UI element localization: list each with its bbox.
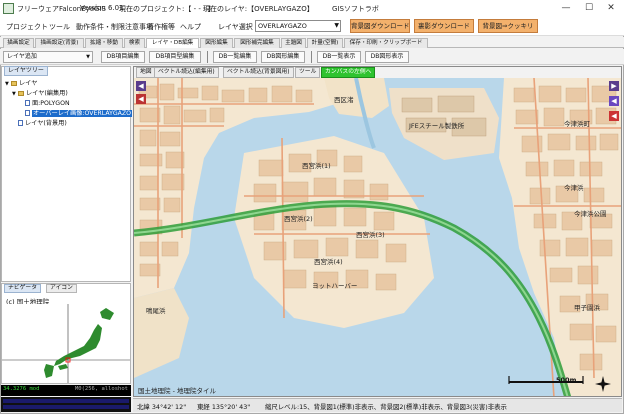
- background-sharpen-button[interactable]: 背景図⇒クッキリ: [478, 19, 538, 33]
- tab-navigator[interactable]: ナビゲータ: [4, 284, 41, 293]
- zoom-in-icon[interactable]: ◀: [609, 96, 619, 106]
- db-list-edit-button[interactable]: DB一覧編集: [213, 51, 257, 63]
- db-shape-edit-button[interactable]: DB図形編集: [261, 51, 305, 63]
- chevron-down-icon: ▼: [334, 22, 339, 29]
- map-label: 西区渚: [334, 95, 354, 104]
- maximize-button[interactable]: ☐: [578, 0, 600, 16]
- log-strip-graphic: [3, 399, 129, 409]
- tree-item-overlay[interactable]: オーバーレイ画像:OVERLAYGAZO: [5, 109, 132, 119]
- menu-project[interactable]: プロジェクト: [6, 22, 48, 32]
- tab-measure[interactable]: 計量(空間): [307, 38, 343, 48]
- tree-item-edit-layer[interactable]: ▼ レイヤ(編集用): [5, 89, 129, 99]
- db-list-view-button[interactable]: DB一覧表示: [317, 51, 361, 63]
- map-label: JFEスチール製鉄所: [408, 121, 465, 130]
- tab-vector-edit[interactable]: ベクトル読込(編集用): [154, 67, 219, 78]
- main-tabs: 描画設定 描画設定(背景) 拡縮・移動 検索 レイヤ・DB編集 図形編集 図形補…: [0, 37, 624, 48]
- layer-icon: [25, 110, 30, 116]
- map-label: 西宮浜(4): [314, 257, 343, 266]
- tab-thematic[interactable]: 主題図: [281, 38, 306, 48]
- project-label: 現在のプロジェクト:【 - - - 】: [119, 5, 215, 13]
- app-icon: [3, 3, 14, 14]
- tab-draw-settings-bg[interactable]: 描画設定(背景): [35, 38, 84, 48]
- tab-layer-tree[interactable]: レイヤツリー: [4, 66, 48, 76]
- coordinate-readout: 34.3276 mod M0(256, alloshot: [1, 385, 131, 396]
- close-button[interactable]: ✕: [600, 0, 622, 16]
- tab-tools[interactable]: ツール: [295, 67, 321, 78]
- add-layer-dropdown[interactable]: レイヤ追加 ▼: [3, 51, 93, 63]
- map-info-readout: 縮尺レベル:15、背景図1(標準)非表示、背景図2(標準)非表示、背景図3(災害…: [265, 403, 507, 411]
- tree-item-root[interactable]: ▼ レイヤ: [5, 79, 129, 89]
- map-label: 今津浜: [564, 183, 584, 192]
- menu-copyright[interactable]: 著作権等: [147, 22, 175, 32]
- add-layer-label: レイヤ追加: [7, 53, 37, 60]
- navigator-panel: ナビゲータ アイコン (c) 国土地理院: [1, 283, 131, 384]
- app-version: Version 6.01: [80, 4, 124, 12]
- menu-help[interactable]: ヘルプ: [180, 22, 201, 32]
- title-bar: フリーウェアFalconEyeGIS Version 6.01 現在のプロジェク…: [0, 0, 624, 18]
- background-download-button[interactable]: 背景図ダウンロード: [350, 19, 410, 33]
- db-field-type-edit-button[interactable]: DB項目型編集: [149, 51, 201, 63]
- japan-overview-map[interactable]: [2, 304, 130, 383]
- longitude-readout: 東経 135°20' 43": [197, 403, 251, 411]
- current-layer-label: 現在のレイヤ:【OVERLAYGAZO】: [203, 5, 314, 13]
- layer-icon: [18, 120, 23, 126]
- tab-shape-edit[interactable]: 図形編集: [200, 38, 233, 48]
- zoom-out-icon[interactable]: ◀: [136, 94, 146, 104]
- log-strip: [1, 397, 131, 412]
- scale-bar: [508, 376, 584, 384]
- tool-row: レイヤ追加 ▼ DB項目編集 DB項目型編集 DB一覧編集 DB図形編集 DB一…: [0, 49, 624, 65]
- tab-shape-complement[interactable]: 図形補完編集: [234, 38, 280, 48]
- tab-vector-bg[interactable]: ベクトル読込(背景図用): [223, 67, 294, 78]
- tree-item-polygon[interactable]: 面:POLYGON: [5, 99, 129, 109]
- gis-title: GISソフトラボ: [332, 5, 379, 13]
- map-label: 西宮浜(2): [284, 214, 313, 223]
- toolbar-divider: [207, 51, 208, 63]
- map-label: ヨットハーバー: [312, 282, 357, 290]
- map-label: 今津浜公園: [574, 209, 607, 218]
- map-canvas[interactable]: 地図 ベクトル読込(編集用) ベクトル読込(背景図用) ツール カンバスの左側へ: [133, 66, 622, 397]
- layer-tree: ▼ レイヤ ▼ レイヤ(編集用) 面:POLYGON オーバーレイ画像:OVERLA…: [5, 79, 132, 129]
- tree-item-bg-layer[interactable]: レイヤ(背景用): [5, 119, 129, 129]
- north-arrow-icon: [595, 376, 611, 392]
- map-image[interactable]: 西区渚 JFEスチール製鉄所 今津浜町 西宮浜(1) 西宮浜(2) 西宮浜(3)…: [134, 78, 622, 397]
- layer-select-label: レイヤ選択: [218, 23, 253, 31]
- shade-download-button[interactable]: 裏影ダウンロード: [414, 19, 474, 33]
- map-label: 鳴尾浜: [146, 306, 166, 315]
- tab-draw-settings[interactable]: 描画設定: [3, 38, 34, 48]
- readout-right: M0(256, alloshot: [75, 386, 128, 392]
- tab-search[interactable]: 検索: [124, 38, 145, 48]
- minimize-button[interactable]: —: [555, 0, 577, 16]
- status-bar: 北緯 34°42' 12" 東経 135°20' 43" 縮尺レベル:15、背景…: [133, 398, 622, 412]
- folder-icon: [11, 80, 17, 86]
- tab-save-print[interactable]: 保存・印刷・クリップボード: [344, 38, 428, 48]
- map-label: 西宮浜(3): [356, 230, 385, 239]
- tab-zoom-move[interactable]: 拡縮・移動: [85, 38, 123, 48]
- latitude-readout: 北緯 34°42' 12": [137, 403, 187, 411]
- pan-left-icon[interactable]: ◀: [136, 81, 146, 91]
- pan-right-icon[interactable]: ▶: [609, 81, 619, 91]
- tab-map[interactable]: 地図: [136, 67, 156, 78]
- readout-left: 34.3276 mod: [3, 386, 40, 392]
- tab-icons[interactable]: アイコン: [46, 284, 77, 293]
- layer-select-dropdown[interactable]: OVERLAYGAZO ▼: [255, 20, 341, 32]
- db-shape-view-button[interactable]: DB図形表示: [365, 51, 409, 63]
- map-tabs: 地図 ベクトル読込(編集用) ベクトル読込(背景図用) ツール カンバスの左側へ: [134, 67, 621, 78]
- map-attribution: 国土地理院 - 地理院タイル: [138, 387, 216, 395]
- chevron-down-icon: ▼: [86, 54, 90, 60]
- refresh-icon[interactable]: ◀: [609, 111, 619, 121]
- tab-layer-db-edit[interactable]: レイヤ・DB編集: [146, 38, 199, 48]
- tab-canvas-left[interactable]: カンバスの左側へ: [321, 67, 376, 78]
- menu-conditions[interactable]: 動作条件・制限注意事項: [76, 22, 153, 32]
- menu-tools[interactable]: ツール: [49, 22, 70, 32]
- layer-select-value: OVERLAYGAZO: [258, 22, 307, 30]
- layer-icon: [25, 100, 30, 106]
- toolbar-divider: [311, 51, 312, 63]
- map-label: 今津浜町: [564, 119, 591, 128]
- map-label: 西宮浜(1): [302, 161, 331, 170]
- db-field-edit-button[interactable]: DB項目編集: [101, 51, 145, 63]
- folder-icon: [18, 90, 24, 96]
- map-label: 甲子園浜: [574, 303, 601, 312]
- layer-tree-panel: レイヤツリー ▼ レイヤ ▼ レイヤ(編集用) 面:POLYGON オーバーレイ画像…: [1, 66, 132, 282]
- menu-bar: プロジェクト ツール 動作条件・制限注意事項 著作権等 ヘルプ レイヤ選択 OV…: [0, 18, 624, 36]
